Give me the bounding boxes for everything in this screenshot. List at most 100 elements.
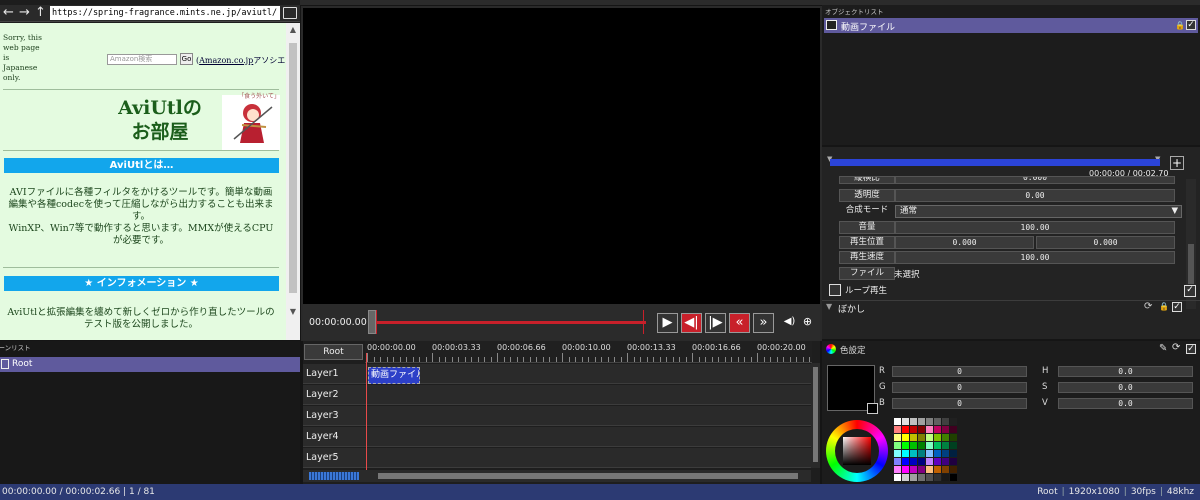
scrollbar-thumb[interactable] bbox=[378, 473, 798, 479]
previous-color-swatch[interactable] bbox=[867, 403, 878, 414]
palette-swatch[interactable] bbox=[950, 450, 957, 457]
palette-swatch[interactable] bbox=[934, 442, 941, 449]
add-filter-button[interactable]: + bbox=[1170, 156, 1184, 170]
forward-arrow-icon[interactable]: → bbox=[17, 6, 32, 21]
layer-lane[interactable] bbox=[365, 448, 812, 468]
palette-swatch[interactable] bbox=[910, 442, 917, 449]
amazon-go-button[interactable]: Go bbox=[180, 53, 193, 65]
play-position-end-slider[interactable]: 0.000 bbox=[1036, 236, 1175, 249]
color-enabled-checkbox[interactable]: ✓ bbox=[1186, 344, 1196, 354]
layer-header[interactable]: Layer5 bbox=[303, 448, 365, 468]
time-ruler[interactable]: 00:00:00.00 00:00:03.33 00:00:06.66 00:00:1… bbox=[365, 341, 812, 363]
palette-swatch[interactable] bbox=[902, 426, 909, 433]
palette-swatch[interactable] bbox=[894, 418, 901, 425]
palette-swatch[interactable] bbox=[910, 466, 917, 473]
eyedropper-icon[interactable]: ✎ bbox=[1159, 343, 1167, 354]
palette-swatch[interactable] bbox=[934, 458, 941, 465]
palette-swatch[interactable] bbox=[902, 450, 909, 457]
palette-swatch[interactable] bbox=[926, 418, 933, 425]
palette-swatch[interactable] bbox=[910, 426, 917, 433]
palette-swatch[interactable] bbox=[894, 450, 901, 457]
reset-icon[interactable]: ⟳ bbox=[1172, 342, 1180, 353]
play-button[interactable]: ▶ bbox=[657, 313, 678, 333]
palette-swatch[interactable] bbox=[934, 450, 941, 457]
palette-swatch[interactable] bbox=[926, 474, 933, 481]
amazon-link[interactable]: Amazon.co.jp bbox=[199, 56, 253, 65]
palette-swatch[interactable] bbox=[894, 426, 901, 433]
palette-swatch[interactable] bbox=[894, 442, 901, 449]
next-frame-button[interactable]: |▶ bbox=[705, 313, 726, 333]
playhead[interactable] bbox=[366, 353, 367, 475]
palette-swatch[interactable] bbox=[902, 442, 909, 449]
palette-swatch[interactable] bbox=[942, 474, 949, 481]
layer-header[interactable]: Layer2 bbox=[303, 385, 365, 405]
loop-checkbox[interactable] bbox=[829, 284, 841, 296]
prev-frame-button[interactable]: ◀| bbox=[681, 313, 702, 333]
palette-swatch[interactable] bbox=[942, 458, 949, 465]
lock-icon[interactable]: 🔒 bbox=[1159, 302, 1169, 311]
v-slider[interactable]: 0.0 bbox=[1058, 398, 1193, 409]
palette-swatch[interactable] bbox=[942, 434, 949, 441]
palette-swatch[interactable] bbox=[910, 418, 917, 425]
palette-swatch[interactable] bbox=[942, 466, 949, 473]
palette-swatch[interactable] bbox=[918, 450, 925, 457]
lock-icon[interactable]: 🔒 bbox=[1175, 21, 1185, 30]
palette-swatch[interactable] bbox=[894, 474, 901, 481]
object-enabled-checkbox[interactable]: ✓ bbox=[1186, 20, 1196, 30]
s-slider[interactable]: 0.0 bbox=[1058, 382, 1193, 393]
palette-swatch[interactable] bbox=[894, 458, 901, 465]
palette-swatch[interactable] bbox=[934, 466, 941, 473]
root-scene-button[interactable]: Root bbox=[304, 344, 363, 360]
zoom-icon[interactable]: ⊕ bbox=[797, 313, 818, 333]
h-slider[interactable]: 0.0 bbox=[1058, 366, 1193, 377]
palette-swatch[interactable] bbox=[942, 442, 949, 449]
palette-swatch[interactable] bbox=[918, 418, 925, 425]
scroll-up-icon[interactable]: ▲ bbox=[288, 25, 298, 34]
palette-swatch[interactable] bbox=[910, 458, 917, 465]
hue-wheel[interactable] bbox=[826, 420, 888, 482]
saturation-value-square[interactable] bbox=[843, 437, 871, 465]
layer-header[interactable]: Layer3 bbox=[303, 406, 365, 426]
web-page-scrollbar[interactable]: ▲ ▼ bbox=[286, 23, 300, 340]
palette-swatch[interactable] bbox=[902, 418, 909, 425]
r-slider[interactable]: 0 bbox=[892, 366, 1027, 377]
palette-swatch[interactable] bbox=[950, 418, 957, 425]
collapse-icon[interactable]: ▼ bbox=[826, 302, 832, 311]
palette-swatch[interactable] bbox=[918, 474, 925, 481]
palette-swatch[interactable] bbox=[950, 426, 957, 433]
palette-swatch[interactable] bbox=[918, 434, 925, 441]
g-slider[interactable]: 0 bbox=[892, 382, 1027, 393]
palette-swatch[interactable] bbox=[926, 466, 933, 473]
palette-swatch[interactable] bbox=[894, 434, 901, 441]
layer-header[interactable]: Layer1 bbox=[303, 364, 365, 384]
up-arrow-icon[interactable]: ↑ bbox=[33, 6, 48, 21]
palette-swatch[interactable] bbox=[918, 426, 925, 433]
filter-enabled-checkbox[interactable]: ✓ bbox=[1172, 302, 1182, 312]
seek-handle[interactable] bbox=[368, 310, 376, 334]
palette-swatch[interactable] bbox=[942, 426, 949, 433]
palette-swatch[interactable] bbox=[926, 442, 933, 449]
volume-slider[interactable]: 100.00 bbox=[895, 221, 1175, 234]
scrollbar-thumb[interactable] bbox=[1188, 244, 1194, 284]
blend-mode-select[interactable]: 通常 ▼ bbox=[895, 205, 1182, 218]
palette-swatch[interactable] bbox=[910, 450, 917, 457]
palette-swatch[interactable] bbox=[950, 442, 957, 449]
palette-swatch[interactable] bbox=[918, 466, 925, 473]
palette-swatch[interactable] bbox=[934, 426, 941, 433]
opacity-slider[interactable]: 0.00 bbox=[895, 189, 1175, 202]
palette-swatch[interactable] bbox=[950, 466, 957, 473]
palette-swatch[interactable] bbox=[934, 434, 941, 441]
layer-lane[interactable] bbox=[365, 406, 812, 426]
palette-swatch[interactable] bbox=[950, 458, 957, 465]
palette-swatch[interactable] bbox=[926, 450, 933, 457]
palette-swatch[interactable] bbox=[910, 474, 917, 481]
palette-swatch[interactable] bbox=[894, 466, 901, 473]
play-position-start-slider[interactable]: 0.000 bbox=[895, 236, 1034, 249]
palette-swatch[interactable] bbox=[942, 418, 949, 425]
folder-icon[interactable] bbox=[283, 7, 297, 19]
scroll-down-icon[interactable]: ▼ bbox=[288, 307, 298, 316]
layer-lane[interactable] bbox=[365, 427, 812, 447]
play-position-label[interactable]: 再生位置 bbox=[839, 236, 895, 249]
scale-label[interactable]: 縦横比 bbox=[839, 176, 895, 184]
file-button[interactable]: ファイル bbox=[839, 267, 895, 280]
